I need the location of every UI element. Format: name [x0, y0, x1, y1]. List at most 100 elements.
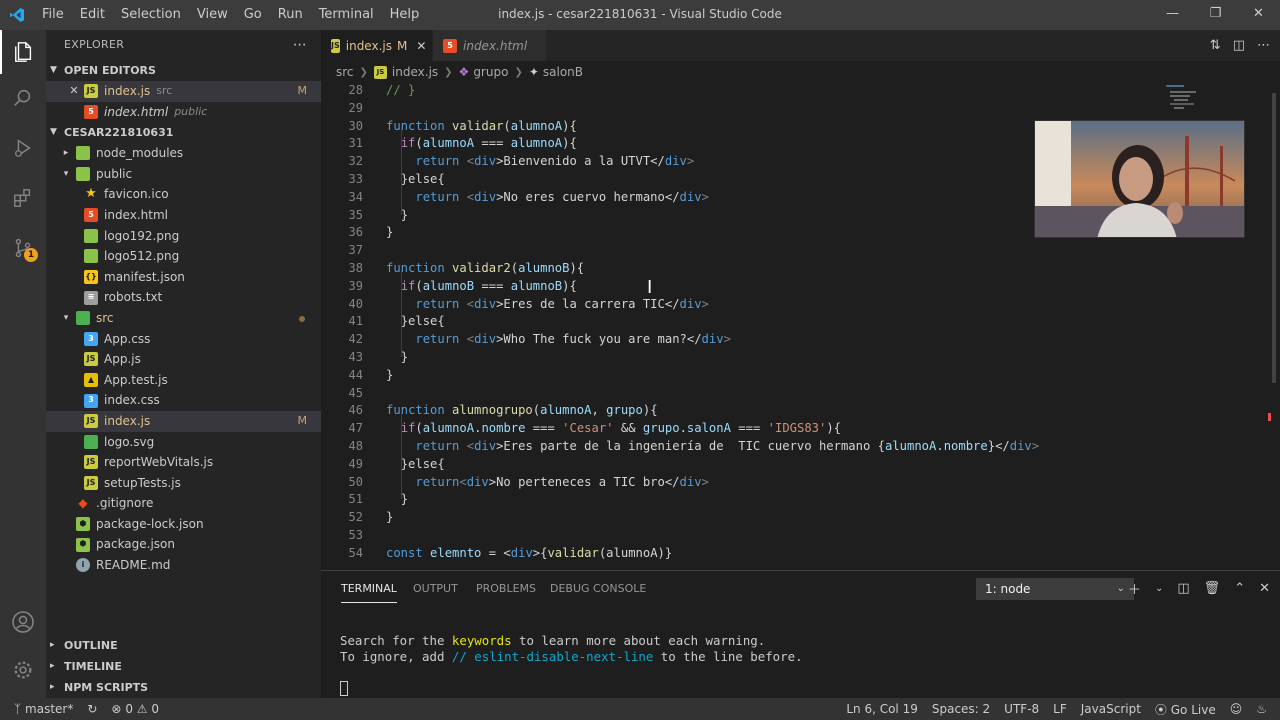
- line-number: 54: [348, 545, 363, 560]
- menu-help[interactable]: Help: [382, 0, 428, 30]
- tab-index-html[interactable]: 5 index.html: [433, 30, 546, 61]
- chevron-down-icon[interactable]: ⌄: [1155, 583, 1163, 594]
- gear-icon[interactable]: [0, 648, 46, 692]
- line-number: 52: [348, 510, 363, 525]
- more-actions-icon[interactable]: ⋯: [293, 30, 307, 60]
- tree-file[interactable]: JS App.js: [46, 349, 321, 370]
- maximize-button[interactable]: ❐: [1194, 0, 1237, 30]
- breadcrumb-item[interactable]: index.js: [392, 65, 438, 79]
- tree-file[interactable]: logo192.png: [46, 226, 321, 247]
- chevron-right-icon: ❯: [444, 66, 453, 78]
- open-editors-section[interactable]: ▼ OPEN EDITORS: [46, 60, 321, 81]
- tree-file[interactable]: ◆ .gitignore: [46, 493, 321, 514]
- tree-item-label: manifest.json: [104, 269, 185, 284]
- problems-status[interactable]: ⊗ 0 ⚠ 0: [104, 702, 166, 716]
- tree-file[interactable]: logo.svg: [46, 432, 321, 453]
- split-terminal-icon[interactable]: ◫: [1177, 581, 1189, 596]
- tree-folder-node-modules[interactable]: ▸ node_modules: [46, 143, 321, 164]
- tree-file[interactable]: ≡ robots.txt: [46, 287, 321, 308]
- timeline-section[interactable]: ▸ TIMELINE: [46, 656, 321, 677]
- star-icon: ★: [85, 186, 97, 202]
- project-section[interactable]: ▼ CESAR221810631: [46, 122, 321, 143]
- tree-file-active[interactable]: JS index.js M: [46, 410, 321, 432]
- tree-file[interactable]: ▲ App.test.js: [46, 370, 321, 391]
- tree-file[interactable]: 5 index.html: [46, 205, 321, 226]
- cursor-position[interactable]: Ln 6, Col 19: [839, 702, 925, 716]
- close-icon[interactable]: ✕: [416, 39, 426, 53]
- code-line: if(alumnoA === alumnoA){: [400, 136, 577, 151]
- add-terminal-icon[interactable]: ＋: [1128, 579, 1141, 598]
- breadcrumb-item[interactable]: grupo: [473, 65, 508, 79]
- explorer-icon[interactable]: [0, 30, 46, 74]
- outline-section[interactable]: ▸ OUTLINE: [46, 635, 321, 656]
- language-mode[interactable]: JavaScript: [1074, 702, 1148, 716]
- window-controls: — ❐ ✕: [1151, 0, 1280, 30]
- search-icon[interactable]: [0, 76, 46, 120]
- menu-selection[interactable]: Selection: [113, 0, 189, 30]
- encoding[interactable]: UTF-8: [997, 702, 1046, 716]
- run-debug-icon[interactable]: [0, 126, 46, 170]
- tab-index-js[interactable]: JS index.js M ✕: [321, 30, 432, 61]
- menu-go[interactable]: Go: [236, 0, 270, 30]
- panel-tab-debug-console[interactable]: DEBUG CONSOLE: [550, 571, 646, 606]
- panel-tab-problems[interactable]: PROBLEMS: [476, 571, 536, 606]
- tree-file[interactable]: ⬢ package.json: [46, 534, 321, 555]
- close-icon[interactable]: ✕: [68, 81, 80, 102]
- code-line: }else{: [400, 314, 445, 329]
- source-control-icon[interactable]: 1: [0, 226, 46, 270]
- open-editor-item[interactable]: ✕ JS index.js src M: [46, 81, 321, 102]
- branch-status[interactable]: ᛉ master*: [0, 702, 80, 716]
- menu-view[interactable]: View: [189, 0, 236, 30]
- folder-icon: [76, 311, 90, 326]
- tree-folder-public[interactable]: ▾ public: [46, 164, 321, 185]
- tree-file[interactable]: {} manifest.json: [46, 267, 321, 288]
- feedback-icon[interactable]: ☺: [1223, 702, 1250, 716]
- npm-scripts-section[interactable]: ▸ NPM SCRIPTS: [46, 677, 321, 698]
- chevron-right-icon: ▸: [50, 682, 55, 692]
- menu-terminal[interactable]: Terminal: [311, 0, 382, 30]
- html-file-icon: 5: [84, 104, 98, 119]
- close-panel-icon[interactable]: ✕: [1259, 581, 1270, 596]
- panel-tab-output[interactable]: OUTPUT: [413, 571, 458, 606]
- editor-scrollbar[interactable]: [1268, 83, 1280, 570]
- menu-edit[interactable]: Edit: [72, 0, 113, 30]
- tree-file[interactable]: i README.md: [46, 555, 321, 576]
- tree-file[interactable]: JS reportWebVitals.js: [46, 452, 321, 473]
- tree-file[interactable]: 3 index.css: [46, 390, 321, 411]
- tree-folder-src[interactable]: ▾ src: [46, 308, 321, 329]
- terminal-select[interactable]: 1: node ⌄: [976, 578, 1134, 600]
- open-editor-item[interactable]: 5 index.html public: [46, 102, 321, 123]
- menu-run[interactable]: Run: [270, 0, 311, 30]
- line-endings[interactable]: LF: [1046, 702, 1074, 716]
- bell-icon[interactable]: ♨: [1249, 702, 1274, 716]
- close-window-button[interactable]: ✕: [1237, 0, 1280, 30]
- text-file-icon: ≡: [84, 290, 98, 305]
- tree-item-label: README.md: [96, 558, 171, 573]
- breadcrumb-item[interactable]: salonB: [543, 65, 583, 79]
- go-live-button[interactable]: ⦿ Go Live: [1148, 701, 1223, 718]
- breadcrumb-item[interactable]: src: [336, 65, 354, 79]
- account-icon[interactable]: [0, 600, 46, 644]
- split-editor-icon[interactable]: ◫: [1233, 38, 1245, 53]
- trash-icon[interactable]: 🗑: [1204, 581, 1221, 596]
- compare-icon[interactable]: ⇅: [1210, 38, 1221, 53]
- tree-file[interactable]: 3 App.css: [46, 329, 321, 350]
- code-line: }: [400, 350, 409, 364]
- indent-guide: [401, 127, 402, 215]
- maximize-panel-icon[interactable]: ⌃: [1234, 581, 1245, 596]
- sync-icon[interactable]: ↻: [80, 702, 104, 716]
- minimize-button[interactable]: —: [1151, 0, 1194, 30]
- modified-flag: M: [297, 413, 308, 427]
- code-line: }else{: [400, 172, 445, 186]
- menu-file[interactable]: File: [34, 0, 72, 30]
- tree-file[interactable]: JS setupTests.js: [46, 473, 321, 494]
- line-number: 48: [348, 439, 363, 453]
- tree-file[interactable]: ⬢ package-lock.json: [46, 514, 321, 535]
- indentation[interactable]: Spaces: 2: [925, 702, 997, 716]
- editor-actions: ⇅ ◫ ⋯: [1210, 30, 1270, 61]
- tree-file[interactable]: ★ favicon.ico: [46, 184, 321, 205]
- panel-tab-terminal[interactable]: TERMINAL: [341, 571, 397, 603]
- more-actions-icon[interactable]: ⋯: [1257, 38, 1270, 53]
- extensions-icon[interactable]: [0, 176, 46, 220]
- tree-file[interactable]: logo512.png: [46, 246, 321, 267]
